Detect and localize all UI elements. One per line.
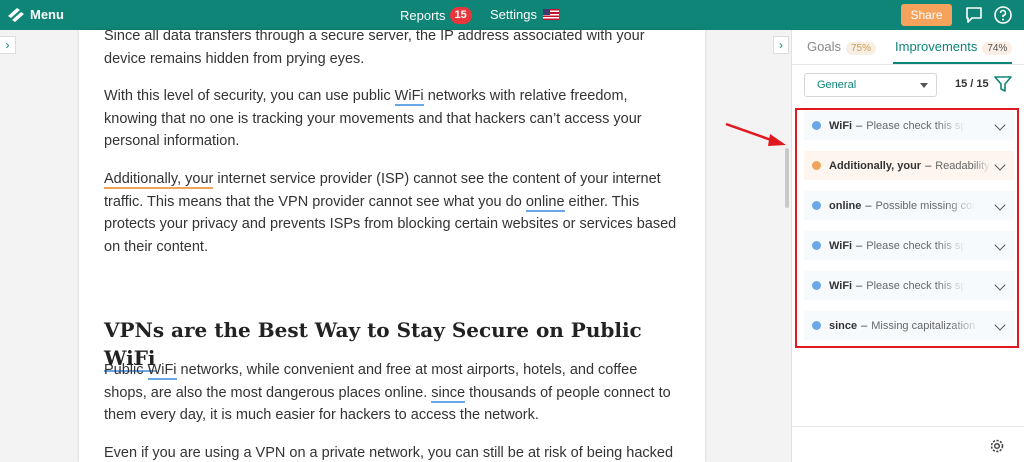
paragraph-text: Public — [104, 362, 148, 378]
chevron-right-icon: › — [5, 38, 10, 52]
active-tab-indicator — [893, 62, 1012, 64]
share-button[interactable]: Share — [901, 4, 952, 26]
menu-button[interactable]: Menu — [30, 7, 64, 22]
top-bar: Menu Reports 15 Settings Share — [0, 0, 1024, 30]
paragraph: Additionally, your internet service prov… — [104, 168, 684, 258]
reports-label: Reports — [400, 8, 446, 23]
tab-divider — [792, 64, 1024, 65]
flagged-word[interactable]: WiFi — [394, 88, 424, 106]
settings-label: Settings — [490, 7, 537, 22]
flagged-word[interactable]: WiFi — [147, 362, 177, 380]
tab-improvements[interactable]: Improvements 74% — [895, 39, 1013, 55]
right-panel-toggle[interactable]: › — [773, 36, 789, 54]
settings-button[interactable]: Settings — [490, 7, 559, 22]
paragraph: Since all data transfers through a secur… — [104, 30, 684, 70]
tab-label: Improvements — [895, 39, 978, 54]
flagged-word[interactable]: since — [431, 384, 466, 403]
annotation-highlight-box — [795, 108, 1019, 348]
chevron-right-icon: › — [779, 38, 783, 52]
flagged-phrase[interactable]: Additionally, your — [104, 171, 214, 189]
paragraph-text: Even if you are using a VPN on a private… — [104, 445, 674, 461]
paragraph-text: Since all data transfers through a secur… — [104, 30, 645, 67]
paragraph: Even if you are using a VPN on a private… — [104, 442, 684, 462]
chat-icon[interactable] — [964, 5, 984, 25]
category-dropdown[interactable]: General — [804, 73, 937, 97]
tab-goals[interactable]: Goals 75% — [807, 39, 876, 55]
caret-down-icon — [920, 83, 928, 88]
reports-count-badge: 15 — [449, 7, 472, 24]
heading-text: VPNs are the Best Way to Stay Secure on … — [104, 318, 642, 342]
flagged-word[interactable]: online — [525, 193, 565, 212]
paragraph-text: With this level of security, you can use… — [104, 88, 395, 104]
help-icon[interactable] — [993, 5, 1013, 25]
scrollbar-thumb[interactable] — [785, 148, 789, 208]
document-page[interactable]: Since all data transfers through a secur… — [79, 30, 705, 462]
improvements-score-badge: 74% — [982, 42, 1013, 55]
left-panel-toggle[interactable]: › — [0, 36, 16, 54]
gear-icon[interactable] — [988, 437, 1006, 455]
dropdown-value: General — [817, 79, 857, 91]
reports-button[interactable]: Reports 15 — [400, 7, 472, 24]
tab-label: Goals — [807, 39, 841, 54]
us-flag-icon — [542, 9, 559, 20]
paragraph: Public WiFi networks, while convenient a… — [104, 359, 684, 427]
filter-icon[interactable] — [994, 76, 1012, 93]
issue-count: 15 / 15 — [955, 78, 989, 90]
paragraph: With this level of security, you can use… — [104, 85, 684, 153]
goals-score-badge: 75% — [845, 42, 876, 55]
logo-icon[interactable] — [7, 7, 25, 23]
panel-footer-divider — [792, 426, 1024, 427]
